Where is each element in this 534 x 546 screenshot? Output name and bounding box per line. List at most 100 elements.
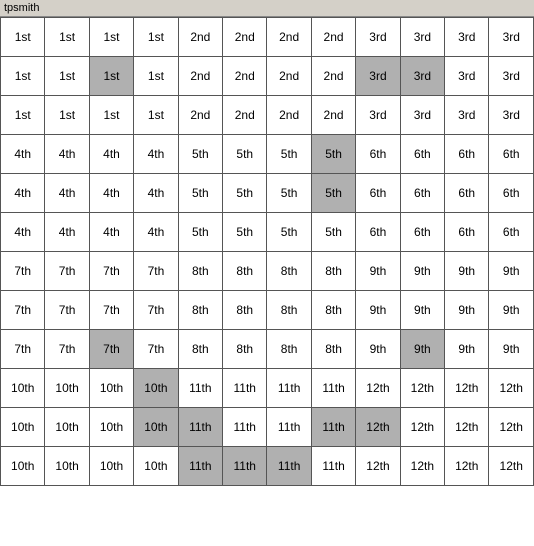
- table-cell: 2nd: [267, 57, 311, 96]
- table-cell: 6th: [356, 213, 400, 252]
- table-cell: 7th: [134, 330, 178, 369]
- table-cell: 8th: [223, 330, 267, 369]
- table-cell: 7th: [1, 252, 45, 291]
- title-bar: tpsmith: [0, 0, 534, 17]
- table-cell: 2nd: [267, 18, 311, 57]
- table-cell: 12th: [356, 369, 400, 408]
- table-cell: 5th: [178, 213, 222, 252]
- table-cell: 5th: [267, 135, 311, 174]
- table-cell: 9th: [356, 252, 400, 291]
- table-cell: 12th: [489, 369, 534, 408]
- table-cell: 9th: [400, 252, 444, 291]
- table-cell: 7th: [89, 330, 133, 369]
- table-cell: 3rd: [400, 57, 444, 96]
- table-cell: 6th: [356, 135, 400, 174]
- table-cell: 6th: [445, 174, 489, 213]
- table-cell: 10th: [89, 447, 133, 486]
- table-cell: 10th: [89, 408, 133, 447]
- table-cell: 5th: [267, 174, 311, 213]
- table-cell: 7th: [45, 291, 89, 330]
- table-cell: 8th: [311, 291, 355, 330]
- table-cell: 4th: [134, 135, 178, 174]
- table-cell: 7th: [1, 330, 45, 369]
- table-cell: 4th: [45, 213, 89, 252]
- table-cell: 11th: [178, 408, 222, 447]
- table-cell: 4th: [89, 213, 133, 252]
- window-title: tpsmith: [4, 2, 39, 14]
- table-cell: 9th: [400, 330, 444, 369]
- table-cell: 5th: [267, 213, 311, 252]
- grid-container: 1st1st1st1st2nd2nd2nd2nd3rd3rd3rd3rd1st1…: [0, 17, 534, 486]
- table-cell: 6th: [356, 174, 400, 213]
- table-cell: 3rd: [400, 96, 444, 135]
- table-cell: 12th: [400, 408, 444, 447]
- table-cell: 5th: [223, 213, 267, 252]
- table-cell: 3rd: [445, 57, 489, 96]
- table-cell: 1st: [1, 57, 45, 96]
- table-cell: 6th: [400, 213, 444, 252]
- table-cell: 2nd: [311, 57, 355, 96]
- table-cell: 4th: [134, 213, 178, 252]
- table-cell: 4th: [1, 213, 45, 252]
- table-cell: 10th: [134, 369, 178, 408]
- table-cell: 11th: [178, 369, 222, 408]
- table-cell: 11th: [178, 447, 222, 486]
- table-cell: 2nd: [223, 96, 267, 135]
- table-cell: 11th: [267, 369, 311, 408]
- table-cell: 10th: [134, 447, 178, 486]
- table-cell: 12th: [400, 447, 444, 486]
- table-cell: 1st: [1, 96, 45, 135]
- table-cell: 4th: [134, 174, 178, 213]
- table-cell: 6th: [489, 135, 534, 174]
- table-cell: 3rd: [356, 18, 400, 57]
- table-cell: 7th: [45, 330, 89, 369]
- table-cell: 12th: [356, 447, 400, 486]
- table-cell: 1st: [89, 57, 133, 96]
- table-cell: 3rd: [445, 96, 489, 135]
- table-cell: 2nd: [223, 57, 267, 96]
- table-cell: 10th: [134, 408, 178, 447]
- table-cell: 2nd: [223, 18, 267, 57]
- table-cell: 2nd: [311, 18, 355, 57]
- table-cell: 2nd: [178, 96, 222, 135]
- table-cell: 4th: [89, 174, 133, 213]
- table-cell: 5th: [311, 213, 355, 252]
- table-cell: 7th: [134, 291, 178, 330]
- table-cell: 2nd: [178, 18, 222, 57]
- table-cell: 3rd: [356, 96, 400, 135]
- table-cell: 10th: [1, 408, 45, 447]
- table-cell: 3rd: [489, 96, 534, 135]
- table-cell: 9th: [445, 252, 489, 291]
- table-cell: 7th: [89, 252, 133, 291]
- table-cell: 3rd: [489, 57, 534, 96]
- table-cell: 12th: [445, 447, 489, 486]
- table-cell: 8th: [311, 330, 355, 369]
- table-cell: 6th: [445, 213, 489, 252]
- table-cell: 9th: [445, 291, 489, 330]
- table-cell: 8th: [223, 252, 267, 291]
- table-cell: 3rd: [356, 57, 400, 96]
- table-cell: 5th: [311, 135, 355, 174]
- table-cell: 6th: [445, 135, 489, 174]
- table-cell: 1st: [45, 96, 89, 135]
- table-cell: 7th: [1, 291, 45, 330]
- table-cell: 8th: [267, 252, 311, 291]
- table-cell: 8th: [267, 330, 311, 369]
- table-cell: 5th: [223, 174, 267, 213]
- table-cell: 5th: [223, 135, 267, 174]
- table-cell: 10th: [1, 447, 45, 486]
- table-cell: 5th: [311, 174, 355, 213]
- table-cell: 2nd: [311, 96, 355, 135]
- table-cell: 8th: [178, 330, 222, 369]
- table-cell: 1st: [134, 96, 178, 135]
- table-cell: 11th: [223, 369, 267, 408]
- table-cell: 10th: [45, 408, 89, 447]
- table-cell: 6th: [400, 135, 444, 174]
- table-cell: 12th: [489, 408, 534, 447]
- table-cell: 8th: [223, 291, 267, 330]
- table-cell: 7th: [89, 291, 133, 330]
- table-cell: 8th: [311, 252, 355, 291]
- table-cell: 12th: [445, 408, 489, 447]
- table-cell: 6th: [489, 174, 534, 213]
- table-cell: 1st: [134, 57, 178, 96]
